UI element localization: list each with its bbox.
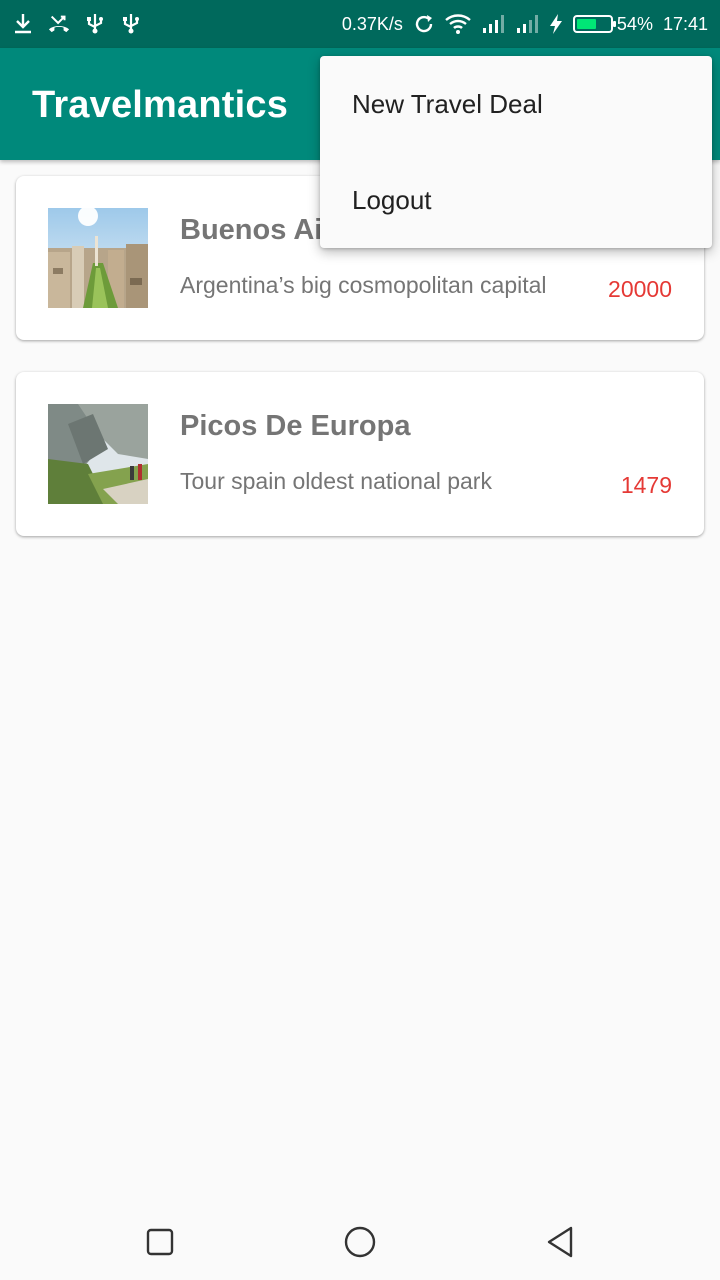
navigation-bar [0,1200,720,1280]
usb-icon [84,12,106,34]
menu-item-logout[interactable]: Logout [320,152,712,248]
clock: 17:41 [662,13,708,34]
deal-title: Picos De Europa [180,410,411,442]
status-right: 0.37K/s 54% 17:41 [342,10,708,38]
menu-item-new-travel-deal[interactable]: New Travel Deal [320,56,712,152]
signal-icon [515,13,539,35]
status-left-icons [12,12,142,34]
deal-description: Argentina’s big cosmopolitan capital [180,272,547,298]
battery-percent: 54% [616,13,653,34]
download-icon [12,12,34,34]
wifi-icon [445,13,471,35]
deal-card[interactable]: Picos De Europa Tour spain oldest nation… [16,372,704,536]
charging-icon [549,13,563,35]
deal-price: 20000 [608,276,672,302]
usb-icon [120,12,142,34]
city-photo [48,208,148,308]
battery-icon [572,15,616,33]
network-speed: 0.37K/s [341,13,403,34]
missed-call-icon [48,12,70,34]
signal-icon [481,13,505,35]
home-icon[interactable] [340,1222,380,1262]
back-icon[interactable] [540,1222,580,1262]
deal-description: Tour spain oldest national park [180,468,492,494]
overflow-menu: New Travel Deal Logout [320,56,712,248]
app-title: Travelmantics [32,84,289,126]
status-bar: 0.37K/s 54% 17:41 [0,0,720,48]
recents-icon[interactable] [140,1222,180,1262]
mountain-photo [48,404,148,504]
sync-icon [413,13,435,35]
deal-price: 1479 [620,472,672,498]
